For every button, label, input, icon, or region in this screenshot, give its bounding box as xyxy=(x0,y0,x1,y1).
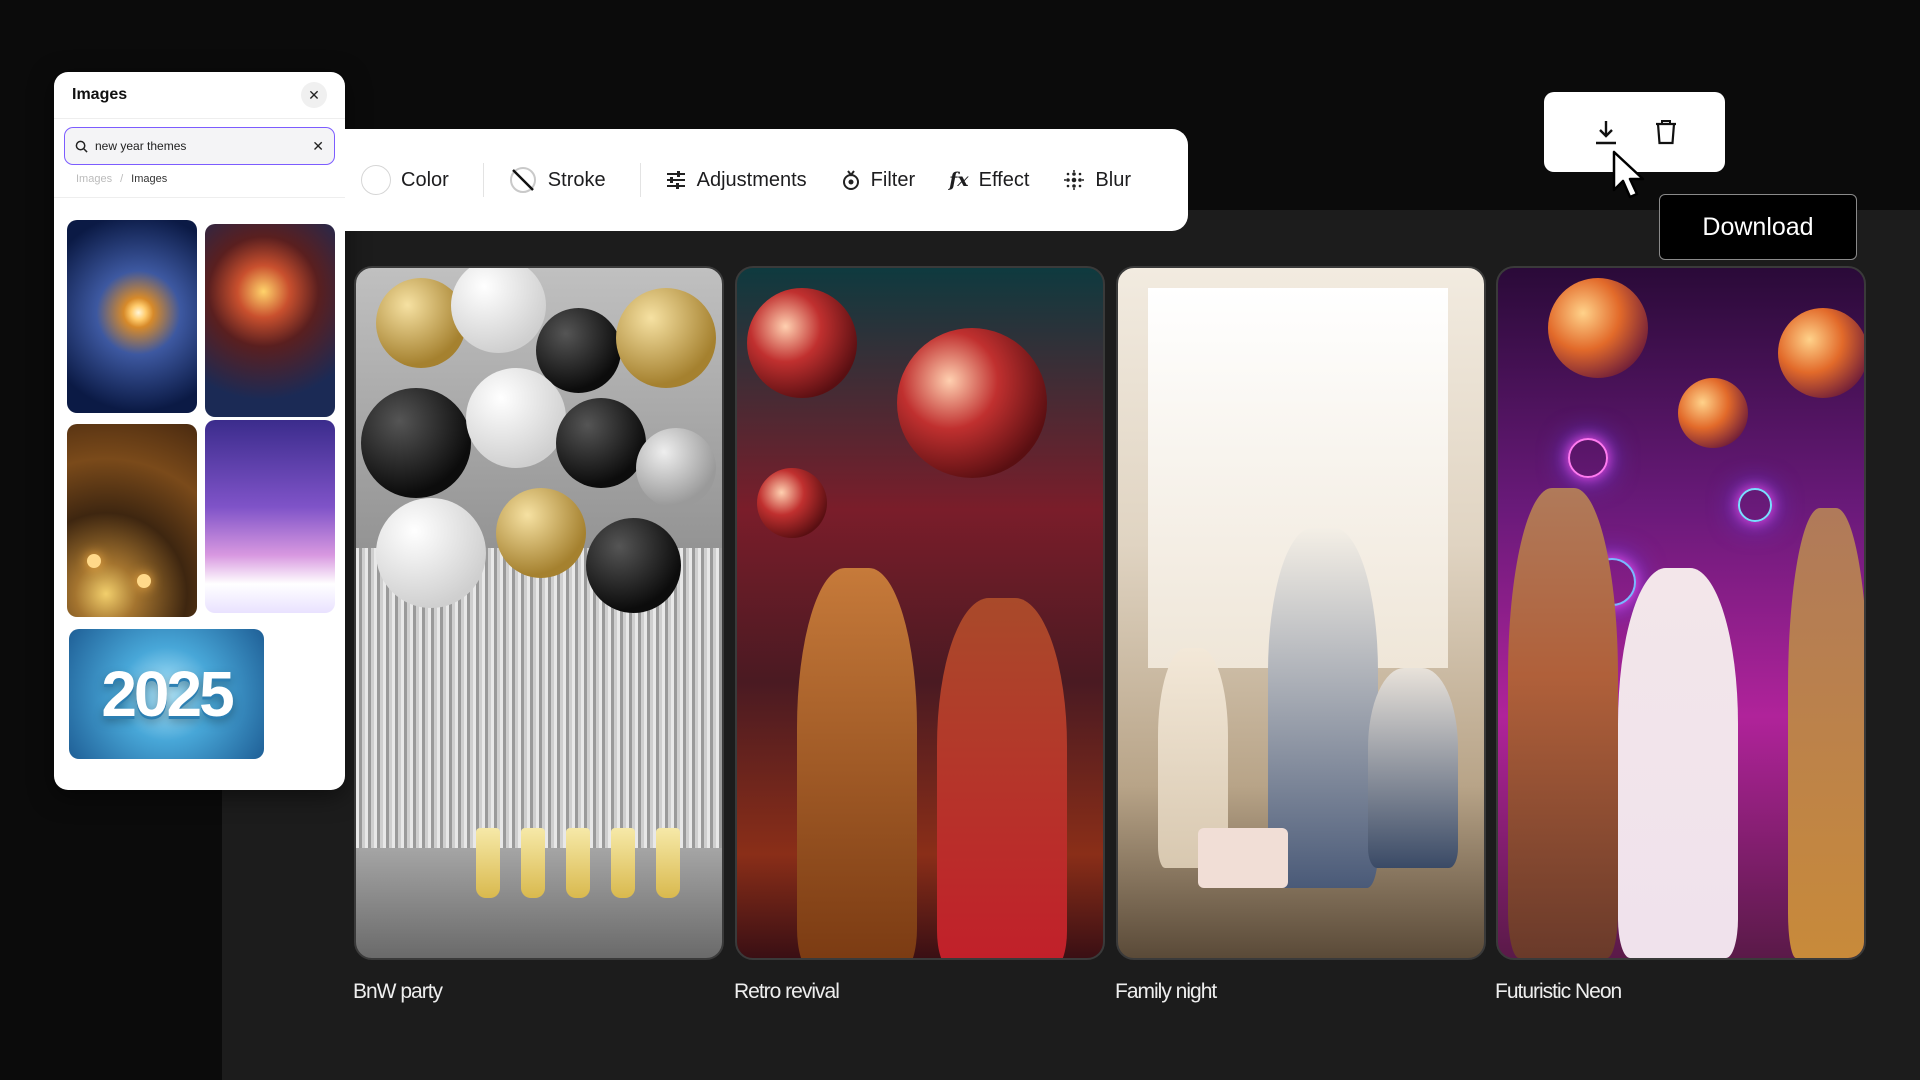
adjustments-icon xyxy=(666,171,685,189)
effect-icon: fx xyxy=(949,169,969,191)
download-tooltip: Download xyxy=(1659,194,1857,260)
thumbnail-festive-room[interactable] xyxy=(205,224,335,417)
close-icon[interactable]: ✕ xyxy=(301,82,327,108)
clear-search-icon[interactable]: ✕ xyxy=(312,138,324,155)
breadcrumb-root[interactable]: Images xyxy=(76,173,112,185)
toolbar-divider xyxy=(639,163,641,197)
filter-icon xyxy=(842,170,859,190)
trash-icon[interactable] xyxy=(1653,118,1679,146)
thumbnail-sparkler[interactable] xyxy=(67,220,197,413)
breadcrumb-current: Images xyxy=(131,173,168,185)
filter-label: Filter xyxy=(870,168,916,191)
edit-toolbar: Color Stroke Adjustments Filter fx Effec… xyxy=(345,129,1188,231)
search-input[interactable] xyxy=(95,139,306,153)
toolbar-divider xyxy=(482,163,484,197)
thumbnail-snowman[interactable] xyxy=(205,420,335,613)
stroke-icon xyxy=(509,167,536,193)
download-icon[interactable] xyxy=(1591,117,1621,147)
stroke-tool[interactable]: Stroke xyxy=(508,165,606,195)
search-icon xyxy=(75,140,88,153)
color-tool[interactable]: Color xyxy=(361,165,449,195)
card-label: BnW party xyxy=(353,980,443,1003)
breadcrumb: Images / Images xyxy=(54,165,345,193)
adjustments-tool[interactable]: Adjustments xyxy=(665,169,807,192)
thumbnail-grid: 2025 xyxy=(54,198,345,759)
thumbnail-ornaments[interactable] xyxy=(67,424,197,617)
breadcrumb-separator: / xyxy=(120,173,124,185)
color-label: Color xyxy=(401,168,449,191)
gallery-card-futuristic-neon[interactable] xyxy=(1496,266,1866,960)
blur-icon xyxy=(1064,170,1085,190)
panel-header: Images ✕ xyxy=(54,72,345,119)
mouse-cursor-icon xyxy=(1612,150,1645,199)
images-panel: Images ✕ ✕ Images / Images 2025 xyxy=(54,72,345,790)
panel-title: Images xyxy=(72,86,128,103)
adjustments-label: Adjustments xyxy=(696,168,807,191)
gallery-card-retro-revival[interactable] xyxy=(735,266,1105,960)
stroke-label: Stroke xyxy=(547,168,606,191)
thumbnail-2025-text: 2025 xyxy=(101,658,234,730)
blur-tool[interactable]: Blur xyxy=(1063,169,1131,192)
search-box[interactable]: ✕ xyxy=(64,127,335,165)
card-label: Retro revival xyxy=(734,980,840,1003)
color-swatch-icon xyxy=(361,165,391,195)
blur-label: Blur xyxy=(1095,168,1131,191)
card-label: Family night xyxy=(1115,980,1217,1003)
effect-tool[interactable]: fx Effect xyxy=(949,169,1029,192)
card-label: Futuristic Neon xyxy=(1495,980,1622,1003)
effect-label: Effect xyxy=(978,168,1030,191)
thumbnail-2025[interactable]: 2025 xyxy=(69,629,264,759)
gallery-card-family-night[interactable] xyxy=(1116,266,1486,960)
filter-tool[interactable]: Filter xyxy=(841,169,915,192)
gallery-card-bnw-party[interactable] xyxy=(354,266,724,960)
